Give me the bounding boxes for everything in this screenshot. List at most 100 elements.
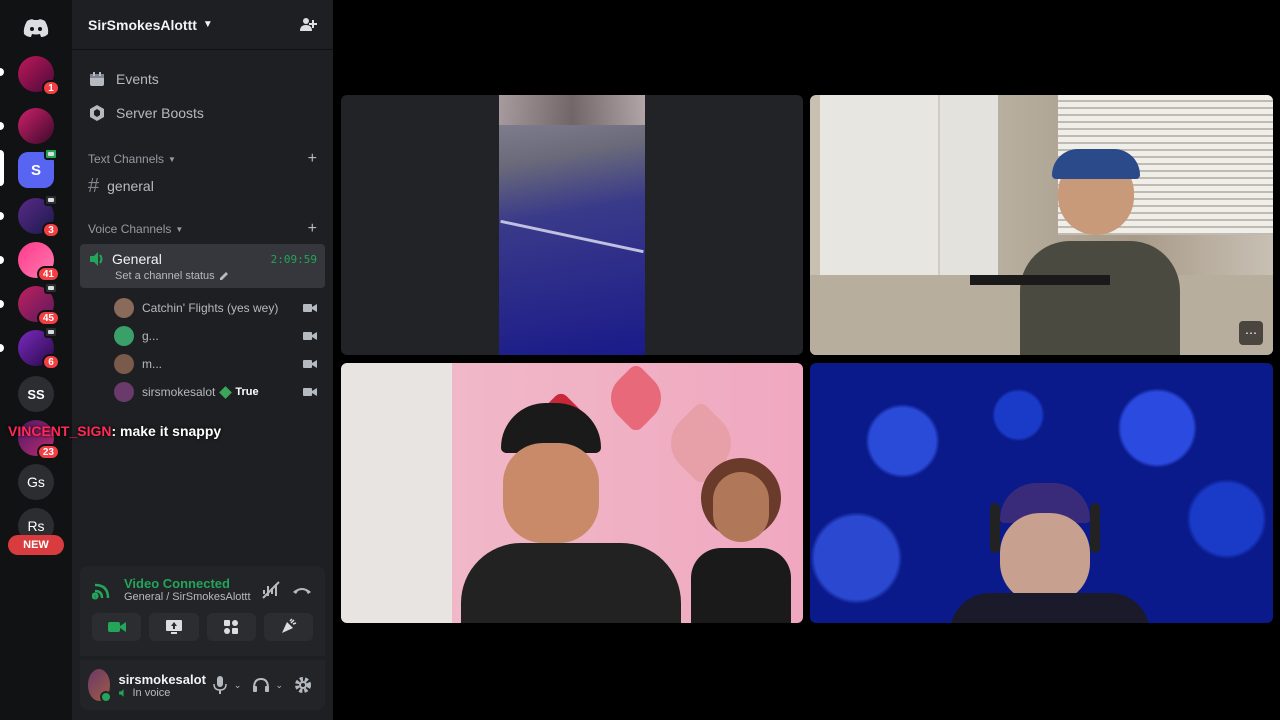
avatar	[114, 298, 134, 318]
disconnect-icon[interactable]	[291, 580, 313, 600]
channel-status-placeholder: Set a channel status	[115, 270, 215, 282]
person-silhouette	[691, 458, 791, 623]
server-boosts-link[interactable]: Server Boosts	[72, 96, 333, 130]
server-name: SirSmokesAlottt	[88, 16, 197, 33]
video-tile-webcam-1[interactable]: ⋯	[810, 95, 1273, 355]
microphone-icon	[213, 676, 227, 694]
member-name: Catchin' Flights (yes wey)	[142, 301, 279, 315]
person-silhouette	[970, 149, 1230, 355]
boost-icon	[88, 104, 106, 122]
more-options-button[interactable]: ⋯	[1239, 321, 1263, 345]
server-initial: S	[30, 161, 41, 179]
server-icon-ss[interactable]: SS	[18, 376, 54, 412]
connection-status[interactable]: Video Connected	[124, 576, 251, 591]
server-boosts-label: Server Boosts	[116, 105, 204, 121]
new-badge: NEW	[8, 535, 64, 555]
camera-icon	[303, 388, 317, 396]
server-header[interactable]: SirSmokesAlottt ▼	[72, 0, 333, 50]
unread-pill	[0, 68, 4, 76]
chat-overlay: VINCENT_SIGN: make it snappy	[8, 423, 221, 439]
avatar[interactable]	[88, 669, 113, 703]
mention-badge: 6	[42, 354, 60, 370]
voice-elapsed-time: 2:09:59	[270, 252, 317, 266]
door-graphic	[820, 95, 940, 275]
server-icon-gs[interactable]: Gs	[18, 464, 54, 500]
channel-status-button[interactable]: Set a channel status	[88, 270, 317, 282]
category-label: Voice Channels	[88, 222, 172, 236]
video-frame-detail	[500, 219, 644, 254]
mention-badge: 41	[36, 266, 60, 282]
chevron-down-icon: ▼	[175, 224, 184, 234]
events-link[interactable]: Events	[72, 62, 333, 96]
server-initial: Gs	[27, 474, 45, 490]
person-silhouette	[461, 403, 701, 623]
screen-share-button[interactable]	[149, 613, 199, 641]
camera-icon	[303, 332, 317, 340]
mention-badge: 3	[42, 222, 60, 238]
events-label: Events	[116, 71, 159, 87]
deafen-button[interactable]	[247, 671, 275, 699]
calendar-icon	[88, 70, 106, 88]
speaker-icon	[90, 252, 103, 266]
voice-connection-panel: Video Connected General / SirSmokesAlott…	[80, 566, 325, 656]
text-channels-category[interactable]: Text Channels ▼ +	[72, 148, 333, 170]
chevron-down-icon: ▼	[202, 19, 213, 30]
video-tile-webcam-3[interactable]	[810, 363, 1273, 623]
server-rail: 1 S 3 41 45 6 SS 23 Gs Rs NEW	[0, 0, 72, 720]
video-stage: ⋯	[333, 0, 1280, 720]
server-icon-1[interactable]: 1	[18, 56, 60, 96]
member-tag: True	[219, 385, 259, 399]
chevron-down-icon: ▼	[168, 154, 176, 164]
video-tile-screenshare[interactable]	[341, 95, 803, 355]
tag-label: True	[235, 386, 259, 398]
server-icon-6[interactable]: 45	[18, 282, 60, 326]
unread-pill	[0, 344, 4, 352]
voice-member[interactable]: sirsmokesalot True	[72, 378, 333, 406]
voice-channel-general[interactable]: General 2:09:59 Set a channel status	[80, 244, 325, 288]
soundboard-button[interactable]	[263, 613, 313, 641]
server-icon-selected[interactable]: S	[18, 148, 58, 188]
soundboard-icon	[282, 618, 297, 633]
mute-button[interactable]	[206, 671, 234, 699]
voice-member[interactable]: m...	[72, 350, 333, 378]
camera-toggle-button[interactable]	[92, 613, 142, 641]
chat-username: VINCENT_SIGN	[8, 423, 112, 439]
online-status-icon	[100, 691, 113, 703]
add-channel-icon[interactable]: +	[308, 220, 317, 238]
server-icon-4[interactable]: 3	[18, 194, 60, 238]
gear-icon	[295, 677, 311, 693]
screenshare-video	[499, 95, 645, 355]
chevron-down-icon[interactable]: ⌄	[275, 680, 283, 691]
member-name: sirsmokesalot	[142, 385, 216, 399]
chevron-down-icon[interactable]: ⌄	[234, 680, 242, 691]
camera-icon	[107, 622, 126, 632]
voice-member[interactable]: Catchin' Flights (yes wey)	[72, 294, 333, 322]
door-graphic	[940, 95, 998, 275]
server-icon-2[interactable]	[18, 108, 54, 144]
server-icon-7[interactable]: 6	[18, 326, 60, 370]
stream-indicator-icon	[44, 194, 58, 206]
noise-suppression-icon[interactable]	[261, 580, 281, 600]
activities-button[interactable]	[206, 613, 256, 641]
unread-pill	[0, 300, 4, 308]
discord-home-icon[interactable]	[18, 10, 54, 46]
connection-location: General / SirSmokesAlottt	[124, 591, 251, 603]
user-info[interactable]: sirsmokesalot In voice	[118, 672, 205, 699]
voice-channels-category[interactable]: Voice Channels ▼ +	[72, 218, 333, 240]
video-tile-webcam-2[interactable]	[341, 363, 803, 623]
server-initial: Rs	[27, 518, 45, 534]
unread-pill	[0, 122, 4, 130]
selected-pill	[0, 150, 4, 186]
signal-icon[interactable]	[92, 579, 114, 601]
camera-icon	[303, 360, 317, 368]
channel-general[interactable]: # general	[72, 170, 333, 202]
voice-member[interactable]: g...	[72, 322, 333, 350]
video-frame-detail	[499, 95, 645, 125]
add-channel-icon[interactable]: +	[308, 150, 317, 168]
invite-people-icon[interactable]	[299, 16, 317, 34]
channel-name: general	[107, 178, 154, 194]
text-channel-icon: #	[88, 174, 100, 197]
server-icon-5[interactable]: 41	[18, 242, 60, 282]
settings-button[interactable]	[289, 671, 317, 699]
user-status-label: In voice	[132, 686, 171, 699]
